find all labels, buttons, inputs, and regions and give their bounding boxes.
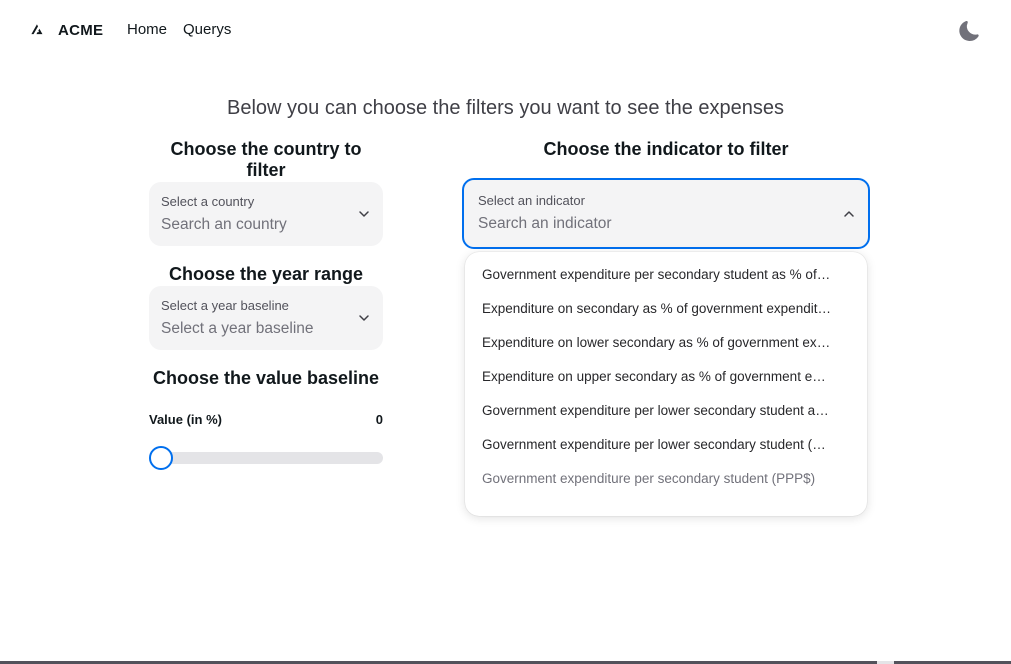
theme-toggle-button[interactable] [957,19,981,43]
brand[interactable]: ACME [26,20,103,40]
brand-name: ACME [58,21,104,39]
nav-link-querys[interactable]: Querys [183,21,231,38]
year-select-label: Select a year baseline [161,298,289,313]
chevron-down-icon [358,208,370,220]
indicator-option[interactable]: Government expenditure per lower seconda… [482,433,832,457]
country-section-title: Choose the country to filter [170,139,362,180]
indicator-option[interactable]: Government expenditure per secondary stu… [482,263,832,287]
indicator-select[interactable]: Select an indicator Search an indicator [462,178,870,249]
indicator-option[interactable]: Government expenditure per secondary stu… [482,467,832,491]
indicator-option[interactable]: Government expenditure per lower seconda… [482,399,832,423]
indicator-option[interactable]: Expenditure on lower secondary as % of g… [482,331,832,355]
value-slider-track[interactable] [149,452,383,464]
nav-links: Home Querys [127,21,231,38]
value-slider-thumb[interactable] [149,446,173,470]
country-search-input[interactable]: Search an country [161,216,287,234]
nav-link-home[interactable]: Home [127,21,167,38]
indicator-dropdown-listbox: Government expenditure per secondary stu… [465,252,867,516]
slider-label: Value (in %) [149,412,222,427]
country-select-label: Select a country [161,194,255,209]
indicator-select-label: Select an indicator [478,193,585,208]
indicator-option[interactable]: Expenditure on upper secondary as % of g… [482,365,832,389]
value-section-title: Choose the value baseline [152,368,380,388]
indicator-search-input[interactable]: Search an indicator [478,215,612,233]
navbar: ACME Home Querys [0,0,1011,62]
slider-value: 0 [375,412,383,427]
year-select-value: Select a year baseline [161,320,314,337]
indicator-section-title: Choose the indicator to filter [543,139,789,159]
intro-text: Below you can choose the filters you wan… [226,97,784,119]
acme-logo-icon [26,20,48,40]
chevron-up-icon [843,208,855,220]
country-select[interactable]: Select a country Search an country [149,182,383,246]
year-select[interactable]: Select a year baseline Select a year bas… [149,286,383,350]
chevron-down-icon [358,312,370,324]
indicator-option[interactable]: Expenditure on secondary as % of governm… [482,297,832,321]
moon-icon [957,19,981,43]
year-section-title: Choose the year range [168,264,364,284]
